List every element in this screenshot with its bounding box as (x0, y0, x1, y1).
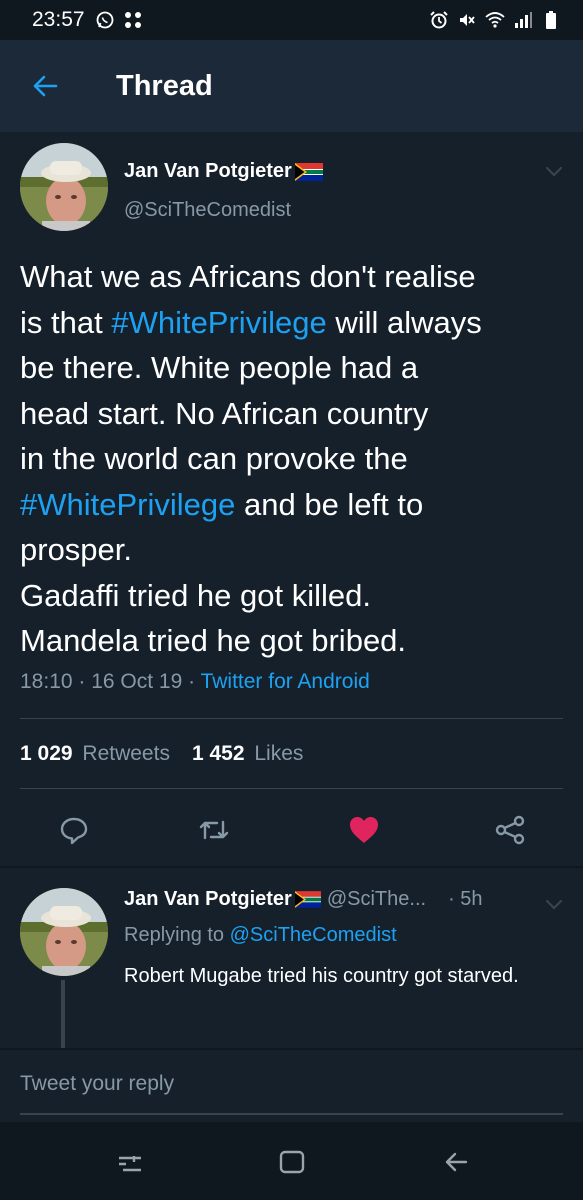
tweet-text: What we as Africans don't realise is tha… (20, 259, 482, 658)
alarm-icon (430, 11, 448, 29)
tweet-actions (0, 812, 583, 852)
avatar[interactable] (20, 888, 108, 976)
avatar-image (20, 143, 108, 231)
hashtag-link[interactable]: #WhitePrivilege (111, 305, 326, 340)
back-arrow-icon (33, 75, 58, 97)
reply-text: Robert Mugabe tried his country got star… (124, 965, 519, 987)
mute-icon (460, 14, 475, 26)
reply-tweet[interactable]: Jan Van Potgieter @SciThe... · 5h Replyi… (0, 868, 583, 1048)
signal-icon (515, 12, 532, 28)
avatar-image (20, 888, 108, 976)
hashtag-link[interactable]: #WhitePrivilege (20, 487, 235, 522)
retweets-stat[interactable]: 1 029 Retweets (20, 742, 170, 766)
recents-button[interactable] (110, 1142, 150, 1182)
battery-icon (546, 11, 556, 29)
wifi-icon (485, 12, 505, 28)
south-africa-flag-icon (294, 891, 321, 908)
recents-icon (119, 1156, 141, 1172)
reply-time: · 5h (448, 888, 483, 910)
tweet-source-link[interactable]: Twitter for Android (201, 670, 370, 693)
reply-compose: Tweet your reply (0, 1048, 583, 1122)
reply-icon (60, 817, 88, 845)
app-bar: Thread (0, 40, 583, 132)
chevron-down-icon[interactable] (542, 159, 566, 183)
main-tweet: Jan Van Potgieter @SciTheComedist What w… (0, 132, 583, 868)
system-nav-bar (0, 1122, 583, 1200)
status-time: 23:57 (32, 8, 85, 31)
apps-icon (124, 12, 141, 28)
home-icon (279, 1150, 305, 1174)
author-name[interactable]: Jan Van Potgieter (124, 160, 323, 183)
reply-header: Jan Van Potgieter @SciThe... · 5h (124, 888, 483, 911)
tweet-stats: 1 029 Retweets 1 452 Likes (20, 742, 303, 766)
chevron-down-icon[interactable] (542, 892, 566, 916)
south-africa-flag-icon (294, 162, 323, 181)
whatsapp-icon (96, 11, 113, 29)
input-underline (20, 1113, 563, 1115)
system-back-button[interactable] (436, 1142, 476, 1182)
retweet-button[interactable] (196, 812, 232, 848)
divider (20, 788, 563, 789)
status-bar: 23:57 (0, 0, 583, 40)
avatar[interactable] (20, 143, 108, 231)
like-button[interactable] (346, 812, 382, 848)
reply-input[interactable]: Tweet your reply (20, 1072, 563, 1096)
reply-button[interactable] (56, 812, 92, 848)
reply-author-name[interactable]: Jan Van Potgieter (124, 888, 292, 911)
likes-stat[interactable]: 1 452 Likes (192, 742, 303, 766)
reply-author-handle[interactable]: @SciThe... (327, 888, 426, 911)
like-icon (350, 817, 378, 843)
back-icon (445, 1152, 468, 1172)
thread-line (61, 980, 65, 1048)
tweet-meta: 18:10 · 16 Oct 19 · Twitter for Android (20, 670, 370, 694)
home-button[interactable] (272, 1142, 312, 1182)
back-button[interactable] (0, 40, 90, 132)
mention-link[interactable]: @SciTheComedist (230, 924, 397, 946)
retweet-icon (199, 820, 229, 840)
divider (20, 718, 563, 719)
replying-to: Replying to @SciTheComedist (124, 924, 397, 946)
share-icon (495, 815, 525, 845)
share-button[interactable] (492, 812, 528, 848)
page-title: Thread (116, 69, 213, 102)
tweet-timestamp: 18:10 · 16 Oct 19 · (20, 670, 201, 693)
author-handle[interactable]: @SciTheComedist (124, 199, 291, 222)
